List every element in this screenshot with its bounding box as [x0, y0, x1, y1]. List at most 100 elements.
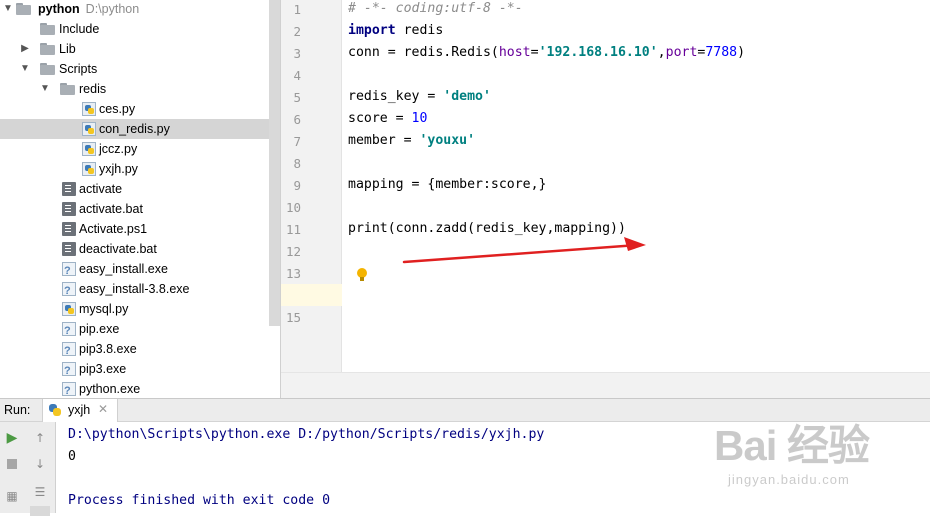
line-number: 12	[285, 244, 301, 259]
line-number: 6	[293, 112, 301, 127]
arrow-down-icon[interactable]: ↓	[30, 454, 50, 474]
file-icon	[62, 202, 76, 216]
file-icon	[62, 222, 76, 236]
tree-item-con-redis-py[interactable]: con_redis.py	[0, 119, 281, 139]
tree-item-label: ces.py	[99, 102, 136, 116]
chevron-down-icon[interactable]: ▼	[2, 0, 14, 19]
executable-file-icon: ?	[62, 362, 76, 377]
tree-item-ces-py[interactable]: ces.py	[0, 99, 281, 119]
tree-item-label: Scripts	[59, 62, 98, 76]
tree-item-easy-install-38-exe[interactable]: ? easy_install-3.8.exe	[0, 279, 281, 299]
tree-item-label: Include	[59, 22, 100, 36]
tree-root-label: python	[38, 2, 80, 16]
watermark-url: jingyan.baidu.com	[728, 472, 850, 487]
tree-item-activate-ps1[interactable]: Activate.ps1	[0, 219, 281, 239]
lightbulb-icon[interactable]	[357, 268, 367, 282]
editor-status-strip	[281, 372, 930, 398]
tree-item-deactivate-bat[interactable]: deactivate.bat	[0, 239, 281, 259]
soft-wrap-icon[interactable]: ☰	[30, 482, 50, 502]
folder-icon	[40, 63, 55, 75]
executable-file-icon: ?	[62, 342, 76, 357]
executable-file-icon: ?	[62, 282, 76, 297]
tree-item-label: activate	[79, 182, 123, 196]
tree-item-python-exe[interactable]: ? python.exe	[0, 379, 281, 398]
tree-item-redis[interactable]: ▼ redis	[0, 79, 281, 99]
tree-item-scripts[interactable]: ▼ Scripts	[0, 59, 281, 79]
parameter: host	[498, 45, 531, 60]
tree-root[interactable]: ▼ python D:\python	[0, 0, 281, 19]
tree-item-activate[interactable]: activate	[0, 179, 281, 199]
tree-item-jccz-py[interactable]: jccz.py	[0, 139, 281, 159]
red-arrow-annotation	[402, 237, 646, 264]
console-line: D:\python\Scripts\python.exe D:/python/S…	[68, 427, 545, 442]
tree-item-label: easy_install.exe	[79, 262, 168, 276]
console-line: Process finished with exit code 0	[68, 493, 331, 508]
tree-item-pip38-exe[interactable]: ? pip3.8.exe	[0, 339, 281, 359]
python-file-icon	[82, 122, 96, 136]
string-literal: 'youxu'	[419, 133, 476, 148]
string-literal: '192.168.16.10'	[538, 45, 658, 60]
tree-item-pip-exe[interactable]: ? pip.exe	[0, 319, 281, 339]
tree-item-pip3-exe[interactable]: ? pip3.exe	[0, 359, 281, 379]
close-icon[interactable]: ✕	[98, 402, 108, 416]
line-number: 8	[293, 156, 301, 171]
code-editor[interactable]: # -*- coding:utf-8 -*- import redis conn…	[342, 0, 930, 372]
line-number-gutter: 1 2 3 4 5 6 7 8 9 10 11 12 13 14 15	[281, 0, 342, 372]
chevron-down-icon[interactable]: ▼	[19, 59, 31, 79]
tree-item-activate-bat[interactable]: activate.bat	[0, 199, 281, 219]
line-number: 13	[285, 266, 301, 281]
keyword: import	[348, 23, 396, 38]
tree-item-label: Activate.ps1	[79, 222, 148, 236]
layout-icon[interactable]: ▦	[2, 486, 22, 506]
python-icon	[49, 404, 62, 417]
tree-item-label: activate.bat	[79, 202, 143, 216]
code-text: score =	[348, 111, 412, 126]
tree-item-label: yxjh.py	[99, 162, 138, 176]
chevron-down-icon[interactable]: ▼	[39, 79, 51, 99]
line-number: 3	[293, 46, 301, 61]
stop-icon[interactable]	[2, 454, 22, 474]
tree-item-include[interactable]: Include	[0, 19, 281, 39]
folder-icon	[40, 23, 55, 35]
rerun-icon[interactable]: ▶	[2, 428, 22, 448]
code-line-6: score = 10	[348, 111, 427, 126]
run-tab-yxjh[interactable]: yxjh ✕	[42, 399, 118, 422]
comment: # -*- coding:utf-8 -*-	[348, 1, 523, 16]
line-number: 11	[285, 222, 301, 237]
run-toolbar: ▶ ↑ ↓ ▦ ☰	[0, 422, 56, 516]
executable-file-icon: ?	[62, 322, 76, 337]
string-literal: 'demo'	[443, 89, 491, 104]
line-number: 10	[285, 200, 301, 215]
python-file-icon	[82, 162, 96, 176]
tree-item-label: con_redis.py	[99, 122, 170, 136]
number-literal: 10	[411, 111, 428, 126]
arrow-up-icon[interactable]: ↑	[30, 428, 50, 448]
executable-file-icon: ?	[62, 382, 76, 397]
tree-item-yxjh-py[interactable]: yxjh.py	[0, 159, 281, 179]
console-line: 0	[68, 449, 76, 464]
python-file-icon	[82, 102, 96, 116]
code-line-2: import redis	[348, 23, 443, 38]
code-text: ,	[657, 45, 666, 60]
chevron-right-icon[interactable]: ▶	[19, 39, 31, 59]
code-text: )	[737, 45, 746, 60]
tree-item-label: python.exe	[79, 382, 141, 396]
tree-item-easy-install-exe[interactable]: ? easy_install.exe	[0, 259, 281, 279]
scroll-to-end-icon[interactable]	[30, 506, 50, 516]
tree-item-mysql-py[interactable]: mysql.py	[0, 299, 281, 319]
tree-item-label: jccz.py	[99, 142, 138, 156]
code-text: =	[530, 45, 539, 60]
tree-item-label: easy_install-3.8.exe	[79, 282, 190, 296]
file-icon	[62, 182, 76, 196]
tree-item-label: redis	[79, 82, 107, 96]
number-literal: 7788	[705, 45, 738, 60]
line-number: 7	[293, 134, 301, 149]
tree-item-label: pip.exe	[79, 322, 120, 336]
run-tab-label: yxjh	[68, 403, 91, 417]
tree-item-label: pip3.exe	[79, 362, 127, 376]
code-text: member =	[348, 133, 420, 148]
project-scrollbar[interactable]	[269, 0, 280, 326]
code-text: redis_key =	[348, 89, 444, 104]
code-line-7: member = 'youxu'	[348, 133, 475, 148]
tree-item-lib[interactable]: ▶ Lib	[0, 39, 281, 59]
